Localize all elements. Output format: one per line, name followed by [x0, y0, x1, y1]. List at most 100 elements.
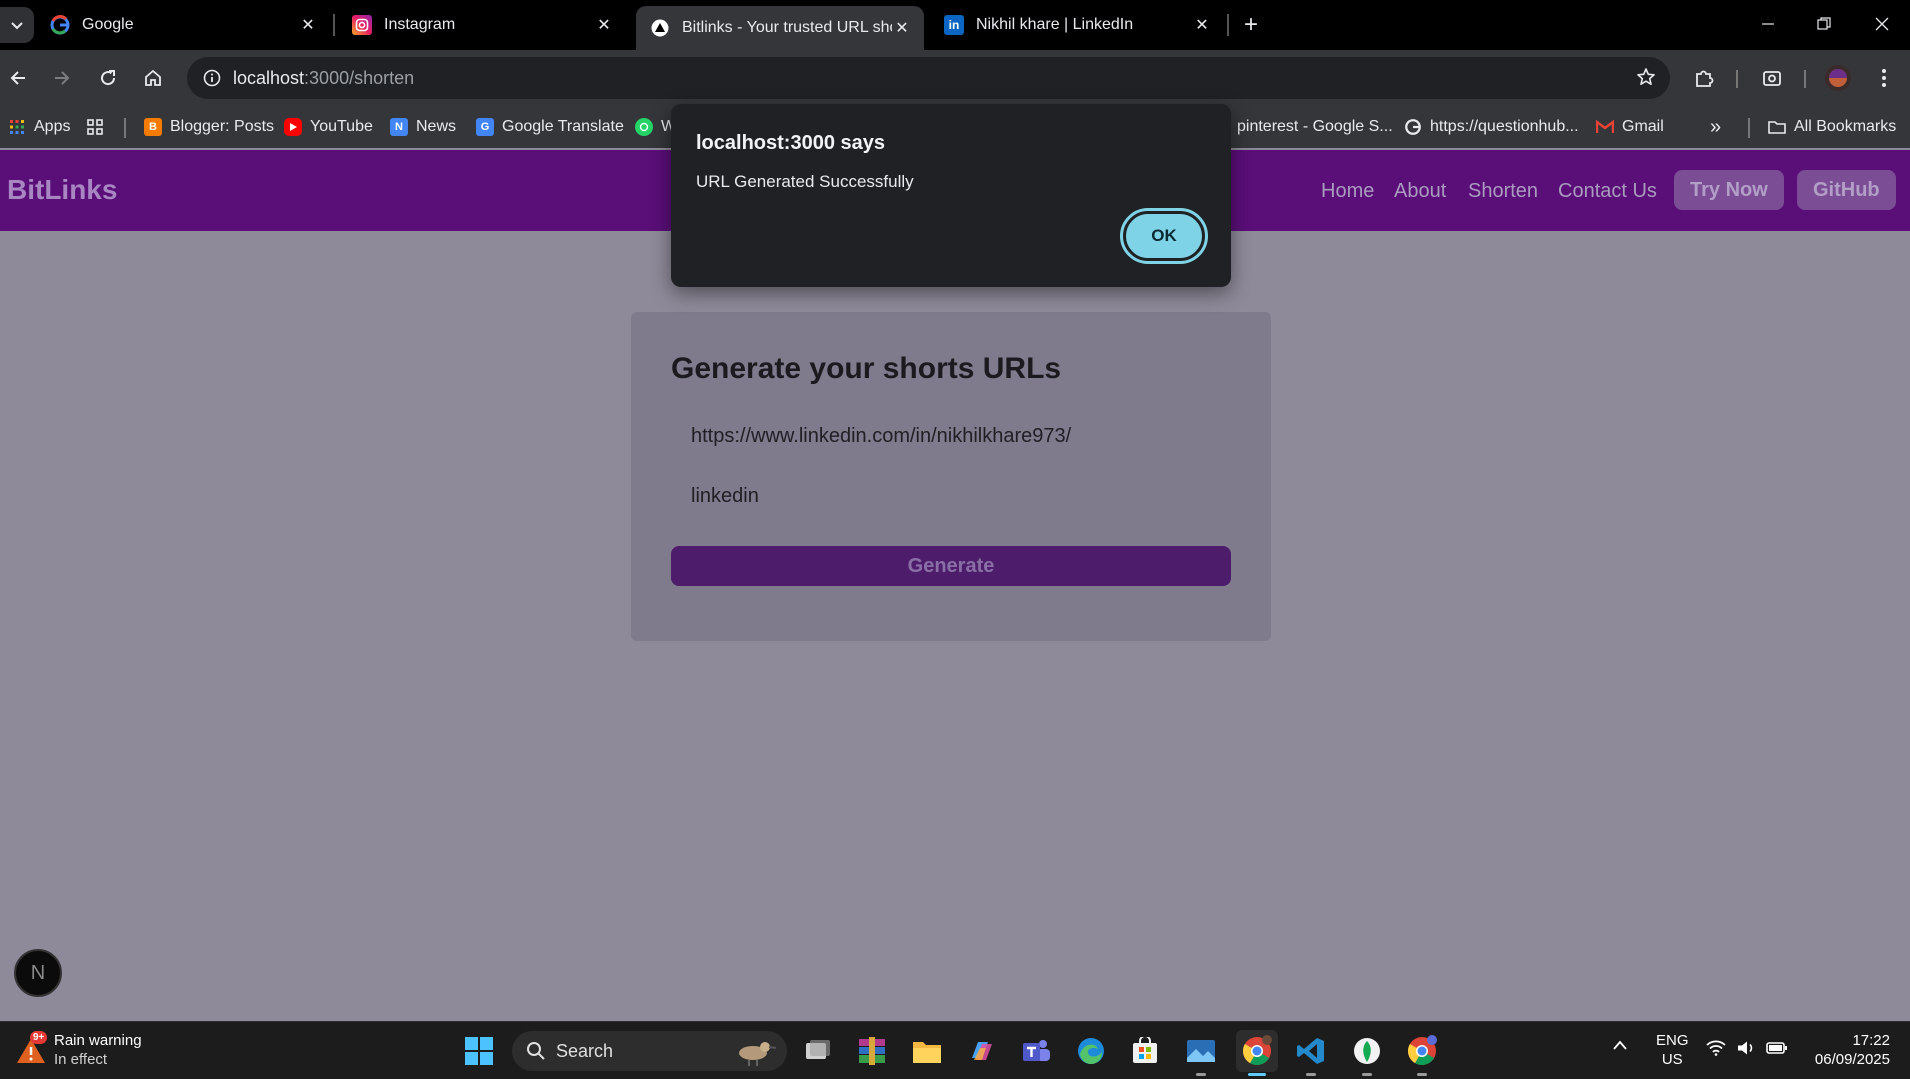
app-running-indicator: [1248, 1073, 1266, 1076]
tab-linkedin[interactable]: in Nikhil khare | LinkedIn ✕: [930, 5, 1224, 45]
arrow-left-icon: [10, 71, 25, 85]
restore-icon: [1817, 17, 1831, 30]
minimize-button[interactable]: [1748, 8, 1788, 40]
app-running-indicator: [1196, 1073, 1206, 1076]
clock-time: 17:22: [1852, 1032, 1890, 1049]
bookmark-news[interactable]: N News: [390, 116, 456, 138]
bookmark-whatsapp[interactable]: W: [635, 116, 676, 138]
home-button[interactable]: [137, 62, 169, 94]
close-window-button[interactable]: [1862, 8, 1902, 40]
try-now-button[interactable]: Try Now: [1674, 170, 1784, 210]
language-code: ENG: [1656, 1032, 1689, 1049]
tab-bitlinks[interactable]: Bitlinks - Your trusted URL shortener ✕: [636, 6, 924, 50]
bookmark-questionhub[interactable]: https://questionhub...: [1404, 116, 1579, 138]
nav-about[interactable]: About: [1394, 180, 1446, 203]
google-icon: [50, 15, 70, 35]
system-tray-icons[interactable]: [1706, 1040, 1788, 1056]
copilot-app[interactable]: [960, 1030, 1002, 1072]
nav-shorten[interactable]: Shorten: [1468, 180, 1538, 203]
translate-icon: G: [476, 118, 494, 136]
forward-button[interactable]: [46, 62, 78, 94]
extensions-button[interactable]: [1688, 62, 1720, 94]
ok-button[interactable]: OK: [1120, 208, 1208, 264]
tab-divider: [333, 14, 335, 36]
browser-toolbar: localhost:3000/shorten: [0, 50, 1910, 106]
bookmark-youtube[interactable]: YouTube: [284, 116, 373, 138]
brand-logo[interactable]: BitLinks: [7, 174, 117, 206]
short-text-input[interactable]: linkedin: [671, 472, 1231, 520]
weather-widget[interactable]: 9+ Rain warning In effect: [14, 1031, 142, 1069]
bookmark-label: YouTube: [310, 118, 373, 135]
close-icon[interactable]: ✕: [594, 15, 614, 35]
chrome-menu-button[interactable]: [1868, 62, 1900, 94]
bookmark-blogger[interactable]: B Blogger: Posts: [144, 116, 274, 138]
volume-icon: [1738, 1041, 1753, 1055]
teams-app[interactable]: [1015, 1030, 1057, 1072]
mongodb-icon: [1354, 1038, 1380, 1064]
tab-google[interactable]: Google ✕: [36, 5, 330, 45]
windows-logo-icon: [465, 1037, 493, 1065]
bookmark-gmail[interactable]: Gmail: [1596, 116, 1664, 138]
edge-app[interactable]: [1070, 1030, 1112, 1072]
dialog-message: URL Generated Successfully: [696, 172, 914, 191]
task-view-button[interactable]: [797, 1030, 839, 1072]
nextjs-dev-indicator[interactable]: N: [14, 949, 62, 997]
all-bookmarks-button[interactable]: All Bookmarks: [1768, 116, 1896, 138]
mongodb-compass-app[interactable]: [1346, 1030, 1388, 1076]
bookmark-google-translate[interactable]: G Google Translate: [476, 116, 624, 138]
tab-strip: Google ✕ Instagram ✕ Bitlinks - Your tru…: [0, 0, 1910, 50]
apps-grid-icon: [8, 118, 26, 136]
reload-button[interactable]: [92, 62, 124, 94]
winrar-app[interactable]: [851, 1030, 893, 1072]
generate-button[interactable]: Generate: [671, 546, 1231, 586]
new-tab-button[interactable]: +: [1236, 10, 1266, 40]
nav-home[interactable]: Home: [1321, 180, 1374, 203]
alert-dialog: localhost:3000 says URL Generated Succes…: [671, 104, 1231, 287]
bookmark-apps[interactable]: Apps: [8, 116, 70, 138]
taskbar-search[interactable]: Search: [512, 1031, 787, 1071]
restore-button[interactable]: [1804, 8, 1844, 40]
search-icon: [527, 1042, 545, 1060]
language-indicator[interactable]: ENG US: [1656, 1031, 1689, 1069]
file-explorer-app[interactable]: [906, 1030, 948, 1072]
tab-instagram[interactable]: Instagram ✕: [338, 5, 626, 45]
profile-avatar[interactable]: [1822, 62, 1854, 94]
more-bookmarks-button[interactable]: »: [1710, 116, 1721, 138]
minimize-icon: [1762, 23, 1774, 25]
close-icon[interactable]: ✕: [892, 18, 912, 38]
screen-capture-button[interactable]: [1756, 62, 1788, 94]
tab-groups-button[interactable]: [86, 116, 112, 138]
chrome-app[interactable]: [1236, 1030, 1278, 1076]
tab-search-button[interactable]: [0, 7, 34, 43]
avatar-icon: [1825, 65, 1851, 91]
chrome-profile-app[interactable]: [1401, 1030, 1443, 1076]
back-button[interactable]: [2, 62, 34, 94]
close-icon[interactable]: ✕: [1192, 15, 1212, 35]
nav-contact[interactable]: Contact Us: [1558, 180, 1657, 203]
task-view-icon: [806, 1040, 830, 1059]
microsoft-store-app[interactable]: [1124, 1030, 1166, 1072]
edge-icon: [1078, 1038, 1104, 1065]
close-icon[interactable]: ✕: [298, 15, 318, 35]
shorten-form-card: Generate your shorts URLs https://www.li…: [631, 312, 1271, 641]
vscode-app[interactable]: [1290, 1030, 1332, 1076]
grid-icon: [86, 118, 104, 136]
toolbar-divider: [1736, 70, 1738, 88]
show-hidden-icons-button[interactable]: [1612, 1038, 1628, 1055]
copilot-icon: [972, 1042, 992, 1060]
bookmark-star-icon[interactable]: [1636, 67, 1656, 92]
arrow-right-icon: [55, 71, 70, 85]
wifi-icon: [1706, 1040, 1726, 1056]
address-bar[interactable]: localhost:3000/shorten: [187, 57, 1670, 99]
bookmark-pinterest[interactable]: pinterest - Google S...: [1237, 116, 1393, 138]
google-icon: [1404, 118, 1422, 136]
weather-badge: 9+: [30, 1031, 48, 1044]
clock[interactable]: 17:22 06/09/2025: [1806, 1031, 1890, 1069]
toolbar-divider: [1804, 70, 1806, 88]
photos-app[interactable]: [1180, 1030, 1222, 1076]
github-button[interactable]: GitHub: [1797, 170, 1896, 210]
folder-icon: [913, 1042, 941, 1063]
site-info-icon[interactable]: [191, 69, 233, 87]
start-button[interactable]: [458, 1030, 500, 1072]
url-input[interactable]: https://www.linkedin.com/in/nikhilkhare9…: [671, 412, 1231, 460]
